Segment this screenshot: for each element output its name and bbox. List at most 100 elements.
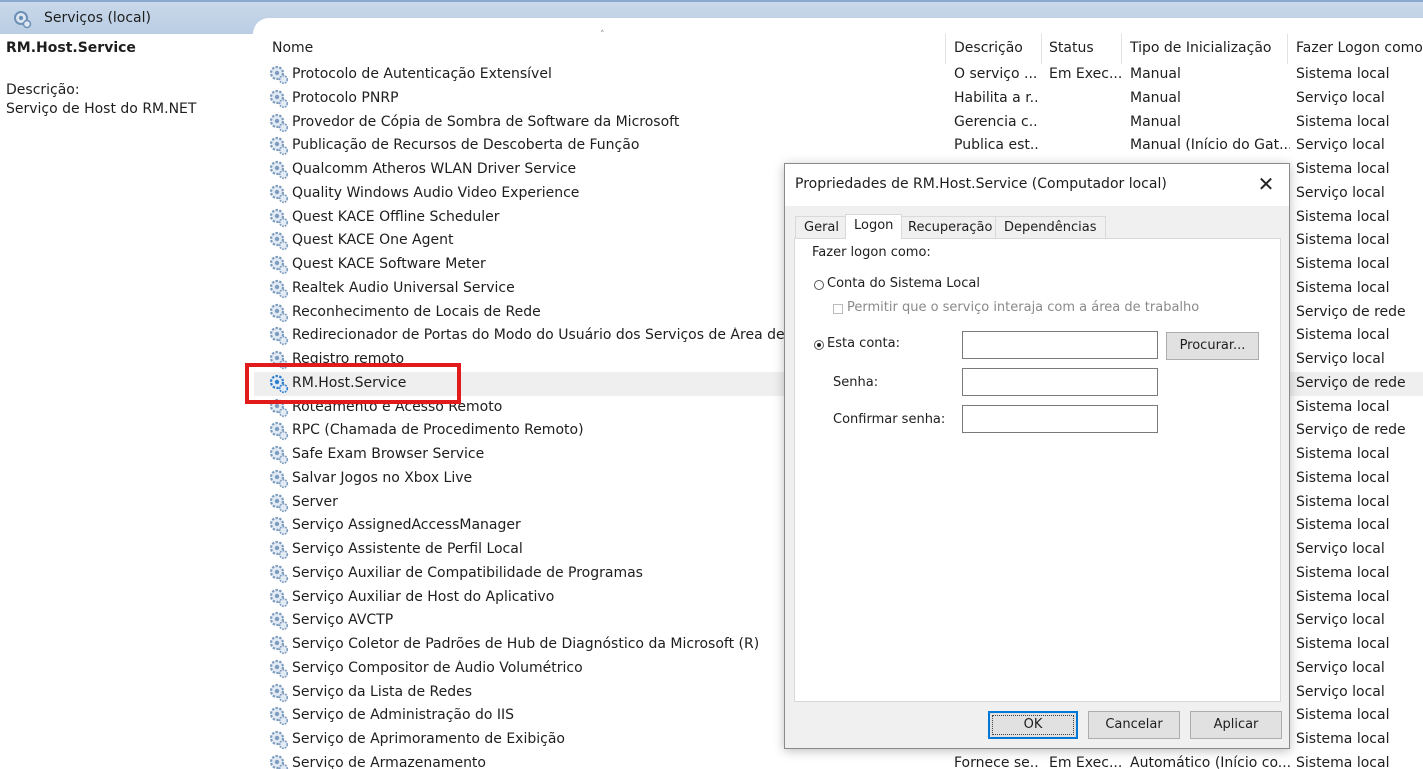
- column-divider[interactable]: [1041, 34, 1042, 64]
- interact-desktop-checkbox[interactable]: [833, 304, 843, 314]
- service-name: Protocolo PNRP: [292, 90, 399, 106]
- service-name: Salvar Jogos no Xbox Live: [292, 470, 473, 486]
- service-gear-icon: [269, 65, 289, 85]
- local-system-label[interactable]: Conta do Sistema Local: [827, 276, 980, 291]
- service-logon-as: Sistema local: [1296, 66, 1390, 82]
- details-pane: RM.Host.Service Descrição: Serviço de Ho…: [0, 34, 252, 769]
- service-gear-icon: [269, 659, 289, 679]
- service-logon-as: Sistema local: [1296, 114, 1390, 130]
- service-logon-as: Serviço local: [1296, 541, 1385, 557]
- service-startup-type: Manual: [1130, 114, 1181, 130]
- service-gear-icon: [269, 136, 289, 156]
- service-logon-as: Sistema local: [1296, 399, 1390, 415]
- service-gear-icon: [269, 683, 289, 703]
- service-logon-as: Serviço de rede: [1296, 375, 1406, 391]
- service-logon-as: Sistema local: [1296, 327, 1390, 343]
- service-gear-icon: [269, 540, 289, 560]
- service-gear-icon: [269, 303, 289, 323]
- close-icon[interactable]: ✕: [1243, 164, 1289, 206]
- service-logon-as: Sistema local: [1296, 446, 1390, 462]
- service-logon-as: Serviço local: [1296, 684, 1385, 700]
- service-gear-icon: [269, 754, 289, 769]
- this-account-radio[interactable]: [814, 340, 824, 350]
- service-gear-icon: [269, 113, 289, 133]
- service-name: Redirecionador de Portas do Modo do Usuá…: [292, 327, 787, 343]
- dialog-titlebar: Propriedades de RM.Host.Service (Computa…: [785, 164, 1289, 206]
- password-input[interactable]: [962, 368, 1158, 396]
- service-logon-as: Sistema local: [1296, 565, 1390, 581]
- column-header-description[interactable]: Descrição: [954, 40, 1023, 56]
- this-account-label[interactable]: Esta conta:: [827, 336, 900, 351]
- service-gear-icon: [269, 516, 289, 536]
- tab-dependencies[interactable]: Dependências: [995, 216, 1106, 238]
- apply-button[interactable]: Aplicar: [1190, 711, 1282, 739]
- selected-service-title: RM.Host.Service: [6, 40, 136, 56]
- service-startup-type: Manual (Início do Gat...: [1130, 137, 1290, 153]
- service-logon-as: Sistema local: [1296, 494, 1390, 510]
- cancel-button[interactable]: Cancelar: [1088, 711, 1180, 739]
- column-divider[interactable]: [1287, 34, 1288, 64]
- service-status: Em Exec...: [1049, 66, 1121, 82]
- column-header-status[interactable]: Status: [1049, 40, 1094, 56]
- description-text: Serviço de Host do RM.NET: [6, 101, 197, 117]
- service-gear-icon: [269, 493, 289, 513]
- service-row[interactable]: Publicação de Recursos de Descoberta de …: [254, 134, 1423, 158]
- services-window: Serviços (local) RM.Host.Service Descriç…: [0, 0, 1423, 769]
- service-name: Quest KACE Offline Scheduler: [292, 209, 500, 225]
- tab-general[interactable]: Geral: [795, 216, 848, 238]
- tab-logon[interactable]: Logon: [845, 214, 903, 239]
- service-gear-icon: [269, 421, 289, 441]
- service-name: Qualcomm Atheros WLAN Driver Service: [292, 161, 577, 177]
- service-name: Serviço Auxiliar de Host do Aplicativo: [292, 589, 555, 605]
- column-divider[interactable]: [1121, 34, 1122, 64]
- service-logon-as: Serviço de rede: [1296, 422, 1406, 438]
- column-header-name[interactable]: Nome: [272, 40, 313, 56]
- service-logon-as: Serviço local: [1296, 351, 1385, 367]
- service-logon-as: Serviço de rede: [1296, 304, 1406, 320]
- service-logon-as: Sistema local: [1296, 517, 1390, 533]
- column-header-startup-type[interactable]: Tipo de Inicialização: [1130, 40, 1271, 56]
- service-logon-as: Sistema local: [1296, 470, 1390, 486]
- service-row[interactable]: Protocolo de Autenticação Extensível O se…: [254, 63, 1423, 87]
- service-logon-as: Sistema local: [1296, 280, 1390, 296]
- service-name: Serviço Assistente de Perfil Local: [292, 541, 523, 557]
- service-name: Serviço da Lista de Redes: [292, 684, 473, 700]
- service-description: O serviço ...: [954, 66, 1038, 82]
- service-gear-icon: [269, 208, 289, 228]
- service-name: Serviço Auxiliar de Compatibilidade de P…: [292, 565, 643, 581]
- service-gear-icon: [269, 588, 289, 608]
- account-input[interactable]: [962, 331, 1158, 359]
- service-name: Serviço de Aprimoramento de Exibição: [292, 731, 565, 747]
- service-gear-icon: [269, 160, 289, 180]
- service-row[interactable]: Serviço de Armazenamento Fornece se... Em …: [254, 752, 1423, 769]
- service-name: Publicação de Recursos de Descoberta de …: [292, 137, 640, 153]
- browse-button[interactable]: Procurar...: [1166, 332, 1259, 360]
- service-gear-icon: [269, 279, 289, 299]
- service-logon-as: Serviço local: [1296, 612, 1385, 628]
- service-logon-as: Sistema local: [1296, 707, 1390, 723]
- confirm-password-input[interactable]: [962, 405, 1158, 433]
- tab-recovery[interactable]: Recuperação: [899, 216, 1002, 238]
- sort-ascending-icon: ˄: [600, 30, 605, 40]
- column-header-logon-as[interactable]: Fazer Logon como: [1296, 40, 1423, 56]
- service-name: RPC (Chamada de Procedimento Remoto): [292, 422, 584, 438]
- service-name: Quest KACE One Agent: [292, 232, 454, 248]
- service-name: Protocolo de Autenticação Extensível: [292, 66, 552, 82]
- logon-as-label: Fazer logon como:: [812, 245, 931, 260]
- service-logon-as: Sistema local: [1296, 161, 1390, 177]
- column-divider[interactable]: [945, 34, 946, 64]
- service-logon-as: Sistema local: [1296, 636, 1390, 652]
- service-gear-icon: [269, 89, 289, 109]
- password-label: Senha:: [833, 375, 879, 390]
- service-gear-icon: [269, 635, 289, 655]
- local-system-radio[interactable]: [814, 280, 824, 290]
- service-description: Gerencia c...: [954, 114, 1039, 130]
- service-row[interactable]: Protocolo PNRP Habilita a r... Manual Servi…: [254, 87, 1423, 111]
- ok-button[interactable]: OK: [988, 711, 1078, 739]
- service-logon-as: Serviço local: [1296, 185, 1385, 201]
- description-label: Descrição:: [6, 82, 80, 98]
- interact-desktop-label[interactable]: Permitir que o serviço interaja com a ár…: [847, 300, 1199, 315]
- service-row[interactable]: Provedor de Cópia de Sombra de Software …: [254, 111, 1423, 135]
- service-name: Serviço de Administração do IIS: [292, 707, 515, 723]
- service-description: Publica est...: [954, 137, 1039, 153]
